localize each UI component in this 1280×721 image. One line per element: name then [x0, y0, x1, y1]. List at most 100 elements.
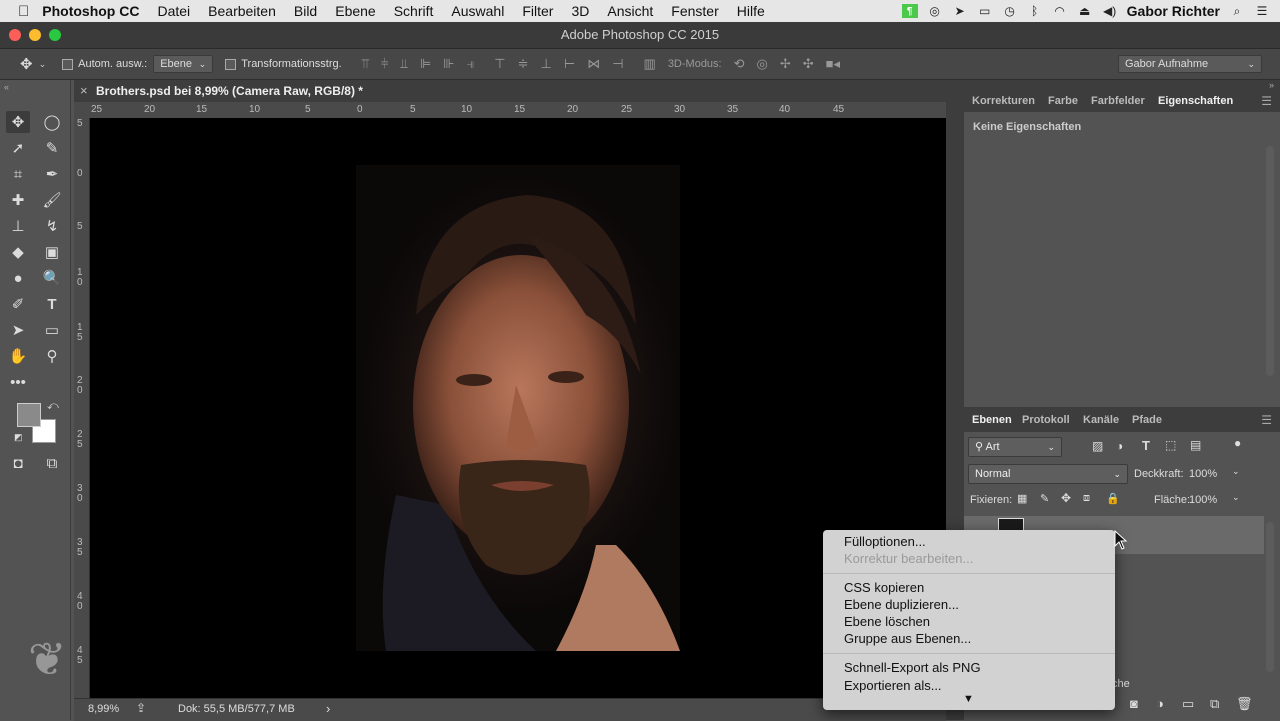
lock-all-icon[interactable]: 🔒 — [1106, 492, 1120, 505]
more-tools-icon[interactable]: ••• — [6, 371, 30, 393]
zoom-icon[interactable]: ⚲ — [40, 345, 64, 367]
wifi-icon[interactable]: ◠ — [1052, 4, 1068, 18]
layers-scrollbar[interactable] — [1266, 522, 1274, 672]
lock-pixels-icon[interactable]: ✎ — [1040, 492, 1049, 505]
menu-item-fuelloptionen[interactable]: Fülloptionen... — [844, 534, 926, 549]
menu-item-ebene-loeschen[interactable]: Ebene löschen — [844, 614, 930, 629]
status-menu-arrow[interactable]: › — [326, 701, 330, 716]
3d-pan-icon[interactable]: ✢ — [780, 56, 791, 72]
close-icon[interactable]: × — [80, 83, 88, 98]
menu-item-css-kopieren[interactable]: CSS kopieren — [844, 580, 924, 595]
clock-icon[interactable]: ◷ — [1002, 4, 1018, 18]
menu-app-name[interactable]: Photoshop CC — [38, 3, 148, 19]
menu-item-gruppe-aus-ebenen[interactable]: Gruppe aus Ebenen... — [844, 631, 971, 646]
menu-item-ebene-duplizieren[interactable]: Ebene duplizieren... — [844, 597, 959, 612]
menu-bearbeiten[interactable]: Bearbeiten — [199, 3, 285, 19]
distribute-hcenter-icon[interactable]: ⋈ — [587, 56, 600, 72]
tab-kanaele[interactable]: Kanäle — [1083, 414, 1119, 426]
vertical-ruler[interactable]: 5 0 5 1 0 1 5 2 0 2 5 3 0 3 5 4 0 4 5 — [74, 118, 90, 698]
camera-status-icon[interactable]: ◎ — [927, 4, 943, 18]
panel-menu-icon[interactable]: ☰ — [1261, 94, 1272, 108]
menu-fenster[interactable]: Fenster — [662, 3, 727, 19]
menu-scroll-down-icon[interactable]: ▼ — [963, 693, 974, 705]
close-window-button[interactable] — [9, 29, 21, 41]
blur-icon[interactable]: ● — [6, 267, 30, 289]
tab-pfade[interactable]: Pfade — [1132, 414, 1162, 426]
screen-mode-icon[interactable]: ⧉ — [40, 452, 64, 474]
search-icon[interactable]: ⌕ — [1229, 4, 1245, 18]
tab-protokoll[interactable]: Protokoll — [1022, 414, 1070, 426]
align-top-icon[interactable]: ⫪ — [362, 56, 369, 72]
distribute-right-icon[interactable]: ⊣ — [612, 56, 623, 72]
chevron-down-icon[interactable]: ⌄ — [1232, 466, 1240, 477]
document-tab[interactable]: × Brothers.psd bei 8,99% (Camera Raw, RG… — [74, 80, 946, 103]
app-status-icon[interactable]: ¶ — [901, 4, 918, 18]
chevron-down-icon[interactable]: ⌄ — [39, 59, 47, 70]
menu-datei[interactable]: Datei — [148, 3, 199, 19]
chevron-down-icon[interactable]: ⌄ — [1232, 492, 1240, 503]
lock-position-icon[interactable]: ✥ — [1061, 491, 1071, 505]
collapse-arrows-icon[interactable]: « — [4, 82, 9, 92]
transform-controls-checkbox[interactable] — [225, 58, 237, 70]
stamp-icon[interactable]: ⊥ — [6, 215, 30, 237]
zoom-level[interactable]: 8,99% — [88, 703, 119, 715]
swap-colors-icon[interactable]: ⤺ — [47, 400, 59, 413]
eyedropper-icon[interactable]: ✒ — [40, 163, 64, 185]
type-icon[interactable]: T — [40, 293, 64, 315]
tab-farbe[interactable]: Farbe — [1048, 95, 1078, 107]
tab-ebenen[interactable]: Ebenen — [972, 414, 1012, 426]
align-hcenter-icon[interactable]: ⊪ — [443, 56, 454, 72]
dodge-icon[interactable]: 🔍 — [40, 267, 64, 289]
menu-hilfe[interactable]: Hilfe — [728, 3, 774, 19]
3d-roll-icon[interactable]: ◎ — [757, 56, 768, 72]
filter-pixel-icon[interactable]: ▨ — [1092, 439, 1103, 453]
quick-mask-icon[interactable]: ◘ — [6, 452, 30, 474]
delete-layer-icon[interactable]: 🗑 — [1236, 696, 1253, 712]
tab-eigenschaften[interactable]: Eigenschaften — [1158, 95, 1233, 107]
move-icon[interactable]: ✥ — [6, 111, 30, 133]
apple-icon[interactable]:  — [0, 3, 38, 20]
volume-icon[interactable]: ◀) — [1102, 4, 1118, 18]
brush-icon[interactable]: 🖌 — [40, 189, 64, 211]
distribute-top-icon[interactable]: ⊤ — [494, 56, 505, 72]
menu-auswahl[interactable]: Auswahl — [442, 3, 513, 19]
default-colors-icon[interactable]: ◩ — [14, 432, 23, 443]
3d-scale-icon[interactable]: ■◂ — [826, 56, 840, 72]
battery-icon[interactable]: ▭ — [977, 4, 993, 18]
ruler-corner[interactable] — [74, 102, 89, 118]
menu-schrift[interactable]: Schrift — [385, 3, 443, 19]
properties-scrollbar[interactable] — [1266, 146, 1274, 376]
filter-toggle-icon[interactable]: ● — [1234, 436, 1241, 450]
horizontal-ruler[interactable]: 25 20 15 10 5 0 5 10 15 20 25 30 35 40 4… — [89, 102, 946, 119]
menu-filter[interactable]: Filter — [513, 3, 562, 19]
new-layer-icon[interactable]: ⧉ — [1210, 696, 1219, 712]
distribute-left-icon[interactable]: ⊢ — [564, 56, 575, 72]
add-mask-icon[interactable]: ◙ — [1130, 696, 1138, 711]
panel-menu-icon[interactable]: ☰ — [1261, 413, 1272, 427]
distribute-bottom-icon[interactable]: ⊥ — [541, 56, 552, 72]
filter-adjustment-icon[interactable]: ◑ — [1116, 439, 1123, 453]
tab-korrekturen[interactable]: Korrekturen — [972, 95, 1035, 107]
eject-icon[interactable]: ⏏ — [1077, 4, 1093, 18]
quick-select-icon[interactable]: ✎ — [40, 137, 64, 159]
auto-align-icon[interactable]: ▥ — [644, 56, 656, 72]
document-canvas[interactable] — [90, 118, 946, 698]
history-brush-icon[interactable]: ↯ — [40, 215, 64, 237]
list-icon[interactable]: ☰ — [1254, 4, 1270, 18]
new-group-icon[interactable]: ▭ — [1182, 696, 1194, 712]
distribute-vcenter-icon[interactable]: ≑ — [518, 56, 529, 72]
menu-item-schnell-export-png[interactable]: Schnell-Export als PNG — [844, 660, 981, 675]
foreground-color-swatch[interactable] — [17, 403, 41, 427]
align-right-icon[interactable]: ⫣ — [466, 56, 474, 72]
healing-icon[interactable]: ✚ — [6, 189, 30, 211]
move-tool-preset-icon[interactable]: ✥ — [20, 55, 33, 73]
lasso-icon[interactable]: ➚ — [6, 137, 30, 159]
marquee-icon[interactable]: ◯ — [40, 111, 64, 133]
new-adjustment-icon[interactable]: ◑ — [1156, 696, 1164, 711]
auto-select-dropdown[interactable]: Ebene ⌄ — [153, 55, 214, 73]
menu-bild[interactable]: Bild — [285, 3, 326, 19]
menu-3d[interactable]: 3D — [562, 3, 598, 19]
3d-orbit-icon[interactable]: ⟲ — [734, 56, 745, 72]
path-select-icon[interactable]: ➤ — [6, 319, 30, 341]
workspace-dropdown[interactable]: Gabor Aufnahme ⌄ — [1118, 55, 1262, 73]
